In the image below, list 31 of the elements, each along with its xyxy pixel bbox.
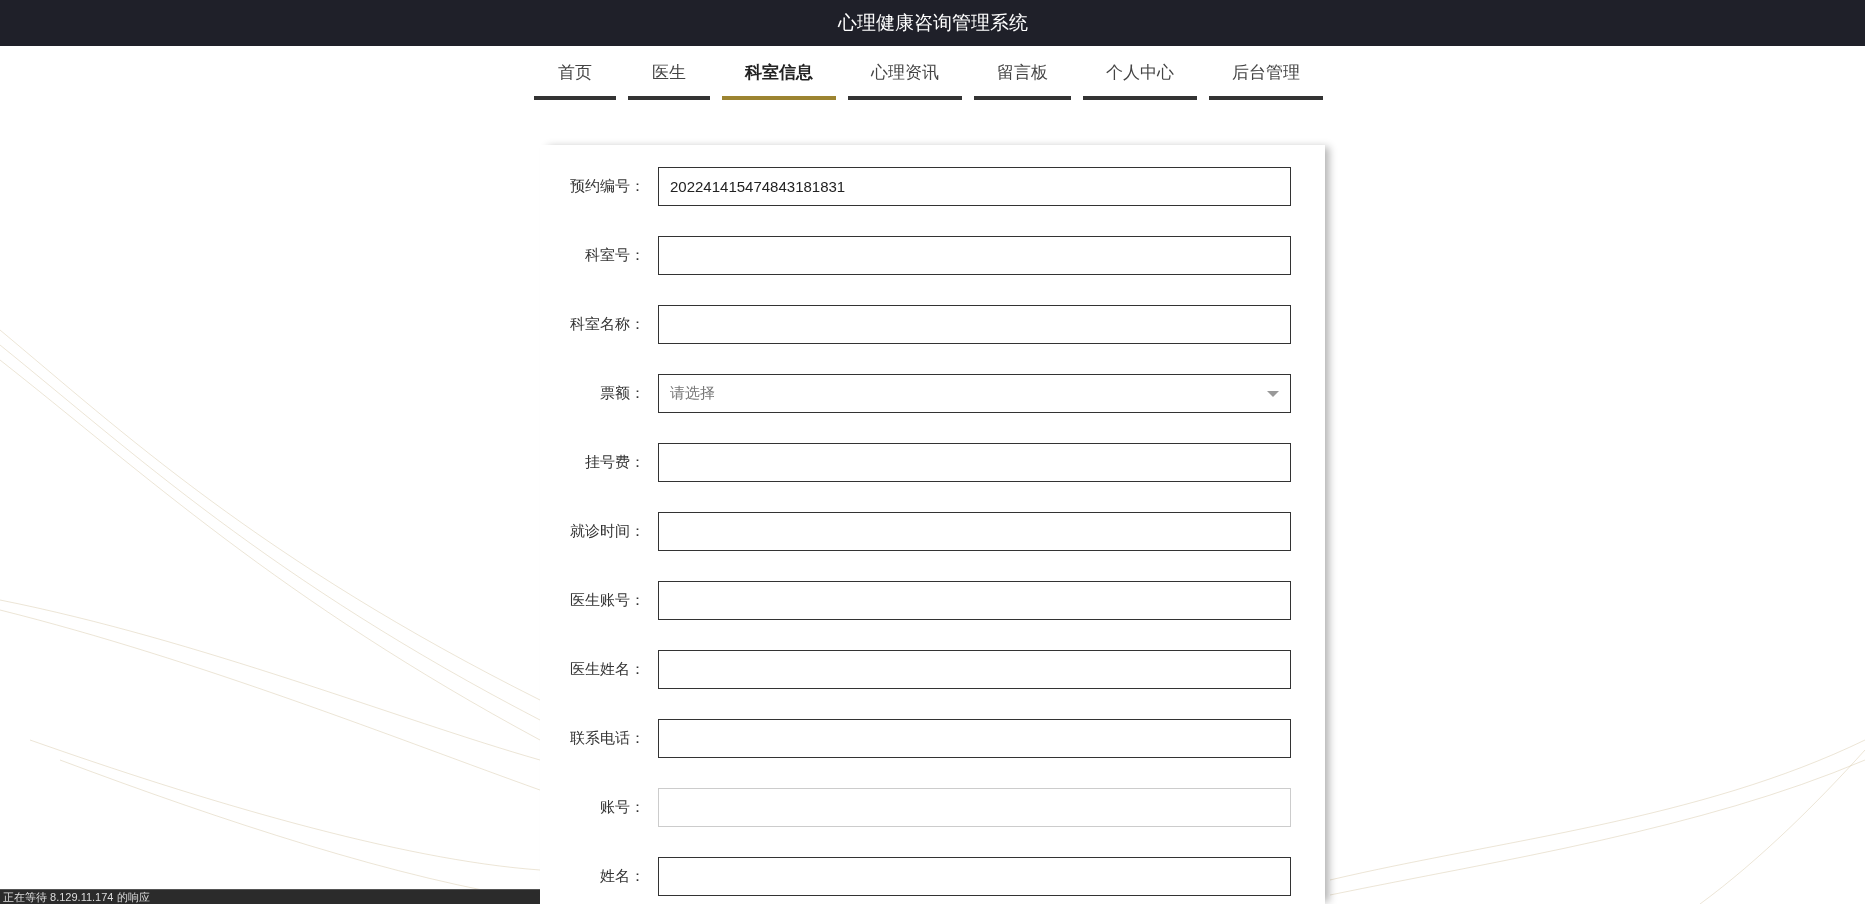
site-title: 心理健康咨询管理系统 bbox=[837, 11, 1028, 35]
field-label: 票额： bbox=[599, 384, 645, 403]
status-text: 正在等待 8.129.11.174 的响应 bbox=[2, 890, 150, 904]
nav-tab[interactable]: 科室信息 bbox=[722, 58, 836, 100]
field-label: 账号： bbox=[599, 798, 645, 817]
nav-tab[interactable]: 留言板 bbox=[974, 58, 1071, 100]
input-field[interactable] bbox=[658, 650, 1291, 689]
input-field[interactable]: 202241415474843181831 bbox=[658, 167, 1291, 206]
select-field[interactable]: 请选择 bbox=[658, 374, 1291, 413]
field-label: 联系电话： bbox=[569, 729, 645, 748]
input-field[interactable] bbox=[658, 581, 1291, 620]
input-field[interactable] bbox=[658, 305, 1291, 344]
field-label: 医生姓名： bbox=[569, 660, 645, 679]
input-field[interactable] bbox=[658, 857, 1291, 896]
input-field[interactable] bbox=[658, 719, 1291, 758]
field-label: 姓名： bbox=[599, 867, 645, 886]
nav-tab[interactable]: 个人中心 bbox=[1083, 58, 1197, 100]
field-label: 科室号： bbox=[584, 246, 645, 265]
input-field[interactable] bbox=[658, 236, 1291, 275]
nav-tab[interactable]: 首页 bbox=[534, 58, 616, 100]
field-label: 预约编号： bbox=[569, 177, 645, 196]
field-label: 就诊时间： bbox=[569, 522, 645, 541]
nav-tab[interactable]: 后台管理 bbox=[1209, 58, 1323, 100]
field-label: 挂号费： bbox=[584, 453, 645, 472]
field-label: 科室名称： bbox=[569, 315, 645, 334]
input-field[interactable] bbox=[658, 512, 1291, 551]
nav-tab[interactable]: 医生 bbox=[628, 58, 710, 100]
caret-icon bbox=[1267, 390, 1279, 397]
nav-tab[interactable]: 心理资讯 bbox=[848, 58, 962, 100]
field-label: 医生账号： bbox=[569, 591, 645, 610]
input-field[interactable] bbox=[658, 443, 1291, 482]
